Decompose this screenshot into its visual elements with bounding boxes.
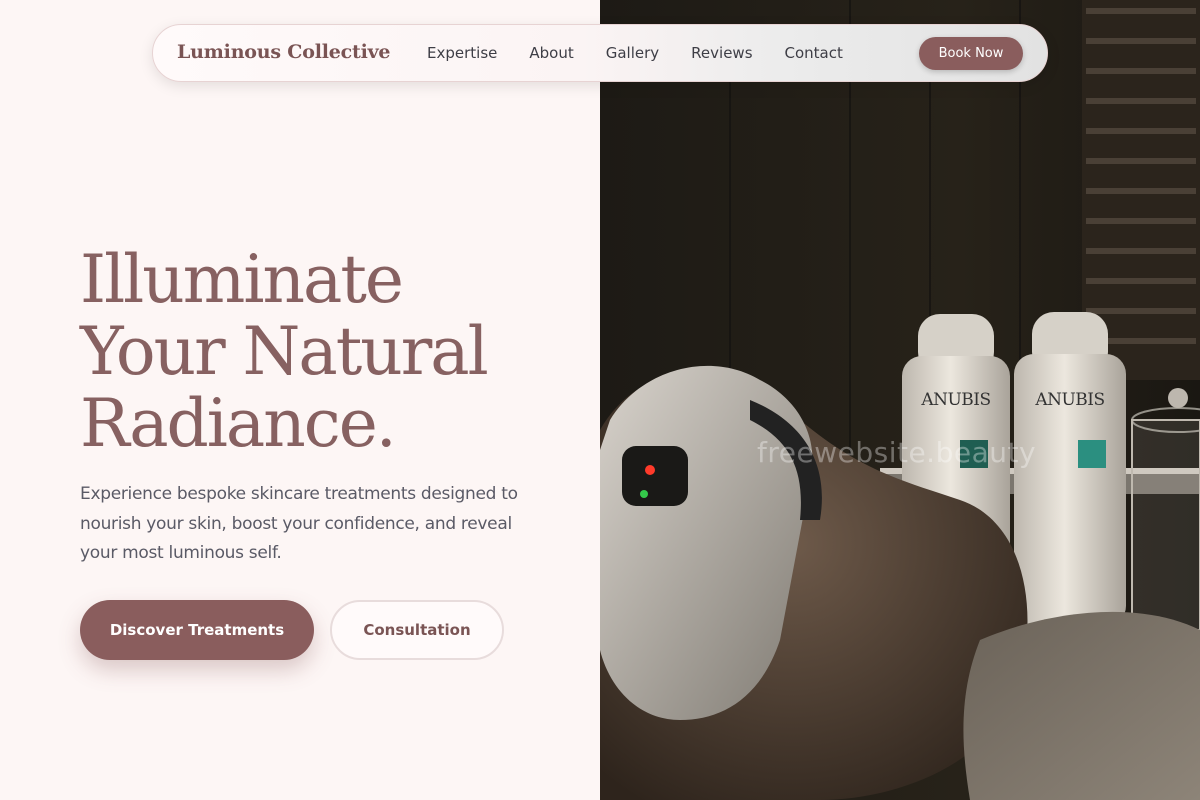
hero-left-panel: Illuminate Your Natural Radiance. Experi… [0,0,600,800]
brand-logo[interactable]: Luminous Collective [177,41,391,63]
nav-menu: Expertise About Gallery Reviews Contact [427,44,875,62]
nav-item-reviews[interactable]: Reviews [691,44,752,62]
green-led-icon [640,490,648,498]
top-navigation: Luminous Collective Expertise About Gall… [152,24,1048,82]
spa-treatment-illustration: ANUBIS ANUBIS [600,0,1200,800]
hero-subtext: Experience bespoke skincare treatments d… [80,484,518,563]
headline-line-3: Radiance. [80,385,397,462]
hero-headline: Illuminate Your Natural Radiance. [80,244,580,460]
nav-item-about[interactable]: About [529,44,573,62]
nav-item-expertise[interactable]: Expertise [427,44,497,62]
headline-line-2: Your Natural [80,313,489,390]
product-label-left: ANUBIS [920,390,990,410]
product-label-right: ANUBIS [1034,390,1104,410]
product-bottle-right: ANUBIS [1014,312,1126,626]
book-now-button[interactable]: Book Now [919,37,1023,70]
watermark-text: freewebsite.beauty [757,436,1037,469]
hero-photo: ANUBIS ANUBIS freewebsite.beauty [600,0,1200,800]
nav-item-contact[interactable]: Contact [785,44,843,62]
consultation-button[interactable]: Consultation [330,600,504,660]
headline-line-1: Illuminate [80,241,404,318]
nav-item-gallery[interactable]: Gallery [606,44,659,62]
discover-treatments-button[interactable]: Discover Treatments [80,600,314,660]
red-led-icon [645,465,655,475]
